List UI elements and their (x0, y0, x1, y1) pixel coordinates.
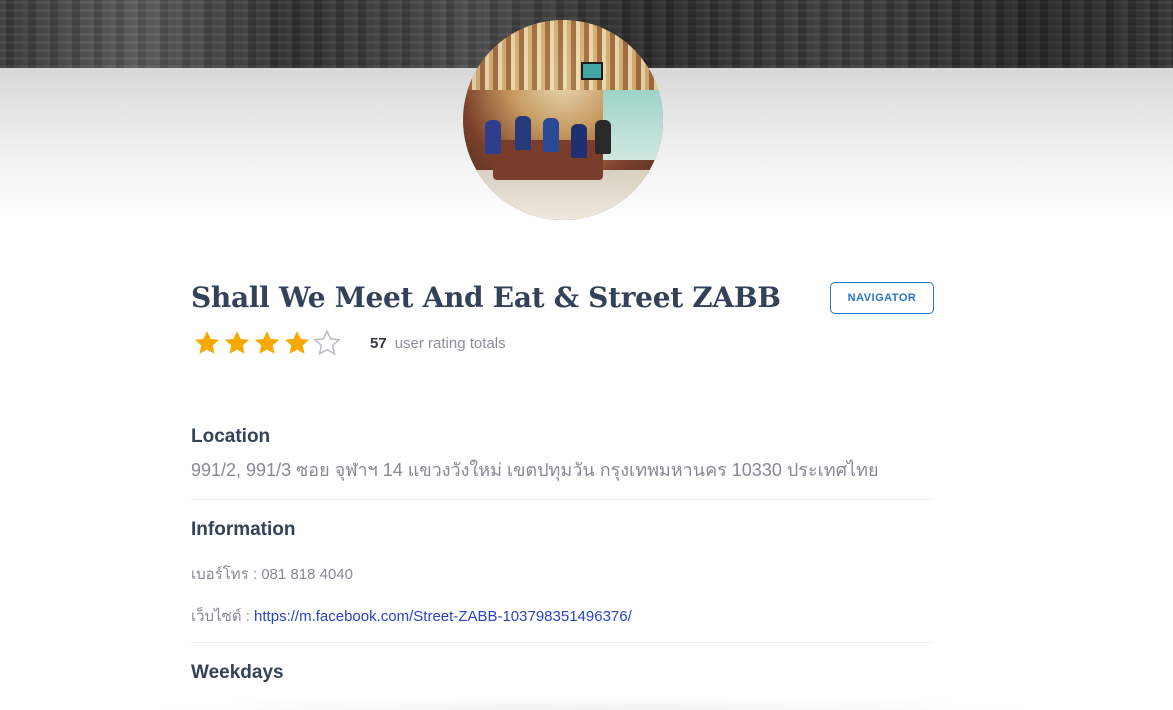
star-rating (192, 328, 342, 358)
rating-count: 57 (370, 334, 387, 352)
website-link[interactable]: https://m.facebook.com/Street-ZABB-10379… (254, 608, 632, 625)
weekdays-heading: Weekdays (191, 662, 284, 683)
phone-value: 081 818 4040 (261, 566, 353, 583)
card-shadow (140, 696, 1040, 710)
star-icon (225, 331, 249, 354)
information-heading: Information (191, 519, 296, 540)
website-row: เว็บไซต์ : https://m.facebook.com/Street… (191, 604, 632, 628)
star-icon (195, 331, 219, 354)
rating-label: user rating totals (394, 334, 506, 352)
location-heading: Location (191, 426, 271, 447)
phone-row: เบอร์โทร : 081 818 4040 (191, 562, 353, 586)
star-icon (255, 331, 279, 354)
star-empty-icon (313, 329, 341, 356)
phone-label: เบอร์โทร : (191, 566, 262, 583)
website-label: เว็บไซต์ : (191, 608, 255, 625)
divider (191, 642, 934, 643)
rating-block: 57 user rating totals (192, 327, 506, 359)
restaurant-photo (463, 20, 663, 220)
address-text: 991/2, 991/3 ซอย จุฬาฯ 14 แขวงวังใหม่ เข… (191, 460, 879, 480)
place-title: Shall We Meet And Eat & Street ZABB (191, 281, 781, 314)
divider (191, 499, 934, 500)
navigator-button[interactable]: NAVIGATOR (830, 282, 934, 314)
star-icon (285, 331, 309, 354)
